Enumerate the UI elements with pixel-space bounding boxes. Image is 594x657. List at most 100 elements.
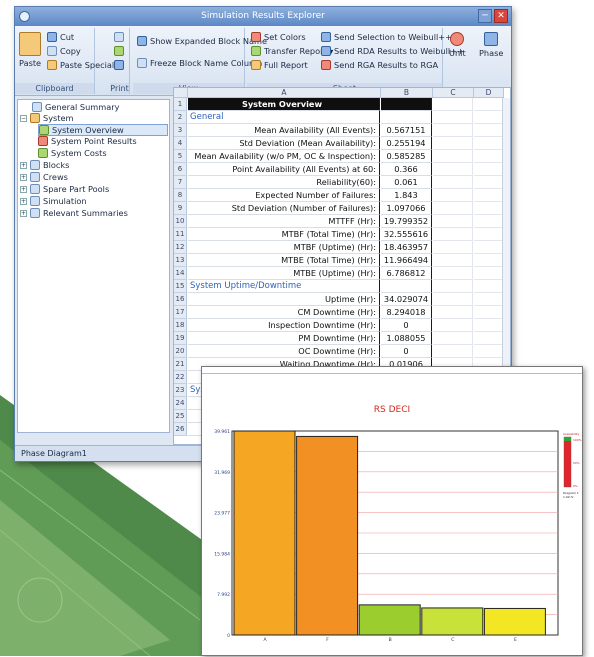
cell-empty[interactable]: [474, 332, 504, 345]
row-number[interactable]: 16: [174, 293, 187, 306]
row-number[interactable]: 25: [174, 410, 187, 423]
cell-value[interactable]: [381, 280, 432, 293]
cell-label[interactable]: OC Downtime (Hr):: [188, 345, 380, 358]
freeze-block-name-button[interactable]: Freeze Block Name Column: [137, 58, 262, 68]
phase-button[interactable]: Phase: [479, 32, 503, 58]
cell-label[interactable]: General: [188, 111, 380, 124]
row-number[interactable]: 19: [174, 332, 187, 345]
row-number[interactable]: 5: [174, 150, 187, 163]
cell-label[interactable]: MTBF (Total Time) (Hr):: [188, 228, 380, 241]
tree-item-simulation[interactable]: + Simulation: [20, 196, 87, 206]
tree-item-system-overview[interactable]: System Overview: [38, 124, 168, 136]
row-number[interactable]: 13: [174, 254, 187, 267]
cell-label[interactable]: Mean Availability (w/o PM, OC & Inspecti…: [188, 150, 380, 163]
cell-empty[interactable]: [474, 137, 504, 150]
cell-empty[interactable]: [474, 228, 504, 241]
expand-icon[interactable]: +: [20, 197, 27, 205]
paste-button[interactable]: Paste: [19, 32, 41, 68]
cell-empty[interactable]: [474, 345, 504, 358]
row-number[interactable]: 18: [174, 319, 187, 332]
cell-value[interactable]: 0: [381, 345, 432, 358]
cell-empty[interactable]: [474, 163, 504, 176]
cell-empty[interactable]: [474, 150, 504, 163]
cell-empty[interactable]: [474, 111, 504, 124]
row-number[interactable]: 9: [174, 202, 187, 215]
cell-value[interactable]: 34.029074: [381, 293, 432, 306]
column-header-b[interactable]: B: [381, 88, 433, 98]
tree-item-system[interactable]: − System: [20, 113, 74, 123]
cell-empty[interactable]: [433, 267, 473, 280]
tree-item-relevant-summaries[interactable]: + Relevant Summaries: [20, 208, 128, 218]
tree-item-system-point-results[interactable]: System Point Results: [38, 136, 137, 146]
cell-label[interactable]: System Uptime/Downtime: [188, 280, 380, 293]
row-number[interactable]: 22: [174, 371, 187, 384]
row-number[interactable]: 24: [174, 397, 187, 410]
cell-empty[interactable]: [433, 280, 473, 293]
column-header-a[interactable]: A: [188, 88, 381, 98]
paste-special-button[interactable]: Paste Special: [47, 60, 114, 70]
full-report-button[interactable]: Full Report: [251, 60, 308, 70]
cell-value[interactable]: 6.786812: [381, 267, 432, 280]
cell-empty[interactable]: [474, 293, 504, 306]
row-number[interactable]: 12: [174, 241, 187, 254]
close-button[interactable]: ✕: [494, 9, 508, 23]
cell-value[interactable]: 0.366: [381, 163, 432, 176]
cell-label[interactable]: MTBE (Uptime) (Hr):: [188, 267, 380, 280]
row-number[interactable]: 23: [174, 384, 187, 397]
row-number[interactable]: 14: [174, 267, 187, 280]
cell-value[interactable]: 0.255194: [381, 137, 432, 150]
tree-item-spare-part-pools[interactable]: + Spare Part Pools: [20, 184, 109, 194]
row-number[interactable]: 20: [174, 345, 187, 358]
corner-cell[interactable]: [174, 88, 188, 98]
row-number[interactable]: 10: [174, 215, 187, 228]
cell-value[interactable]: 1.088055: [381, 332, 432, 345]
cell-empty[interactable]: [433, 124, 473, 137]
unit-button[interactable]: Unit: [449, 32, 466, 58]
cell-empty[interactable]: [474, 189, 504, 202]
cell-value[interactable]: 11.966494: [381, 254, 432, 267]
cell-empty[interactable]: [433, 98, 473, 111]
cell-value[interactable]: 0.585285: [381, 150, 432, 163]
cell-empty[interactable]: [474, 254, 504, 267]
expand-icon[interactable]: +: [20, 173, 27, 181]
row-number[interactable]: 17: [174, 306, 187, 319]
cell-label[interactable]: PM Downtime (Hr):: [188, 332, 380, 345]
phase-diagram-chart-window[interactable]: RS DECI 0 7.992 15.984 23.977 31.969 39.961 A F…: [201, 366, 583, 656]
cell-label[interactable]: MTTFF (Hr):: [188, 215, 380, 228]
row-number[interactable]: 8: [174, 189, 187, 202]
cell-value[interactable]: 32.555616: [381, 228, 432, 241]
cell-empty[interactable]: [474, 202, 504, 215]
cell-empty[interactable]: [433, 241, 473, 254]
cell-value[interactable]: 18.463957: [381, 241, 432, 254]
tree-item-general-summary[interactable]: General Summary: [32, 102, 119, 112]
cell-empty[interactable]: [433, 254, 473, 267]
row-number[interactable]: 2: [174, 111, 187, 124]
cell-label[interactable]: Reliability(60):: [188, 176, 380, 189]
print-preview-button[interactable]: [114, 46, 124, 56]
cell-label[interactable]: Std Deviation (Number of Failures):: [188, 202, 380, 215]
cell-empty[interactable]: [433, 345, 473, 358]
cut-button[interactable]: Cut: [47, 32, 74, 42]
tree-item-blocks[interactable]: + Blocks: [20, 160, 69, 170]
cell-label[interactable]: CM Downtime (Hr):: [188, 306, 380, 319]
cell-empty[interactable]: [474, 280, 504, 293]
cell-value[interactable]: [381, 111, 432, 124]
cell-empty[interactable]: [433, 202, 473, 215]
cell-empty[interactable]: [474, 176, 504, 189]
cell-value[interactable]: 19.799352: [381, 215, 432, 228]
row-number[interactable]: 7: [174, 176, 187, 189]
tree-item-crews[interactable]: + Crews: [20, 172, 68, 182]
collapse-icon[interactable]: −: [20, 114, 27, 122]
cell-empty[interactable]: [474, 267, 504, 280]
cell-label[interactable]: Expected Number of Failures:: [188, 189, 380, 202]
row-number[interactable]: 15: [174, 280, 187, 293]
send-selection-button[interactable]: Send Selection to Weibull++: [321, 32, 452, 42]
tree-item-system-costs[interactable]: System Costs: [38, 148, 107, 158]
copy-button[interactable]: Copy: [47, 46, 81, 56]
expand-icon[interactable]: +: [20, 161, 27, 169]
cell-value[interactable]: 8.294018: [381, 306, 432, 319]
cell-label[interactable]: Inspection Downtime (Hr):: [188, 319, 380, 332]
cell-empty[interactable]: [433, 150, 473, 163]
cell-empty[interactable]: [474, 215, 504, 228]
row-number[interactable]: 21: [174, 358, 187, 371]
